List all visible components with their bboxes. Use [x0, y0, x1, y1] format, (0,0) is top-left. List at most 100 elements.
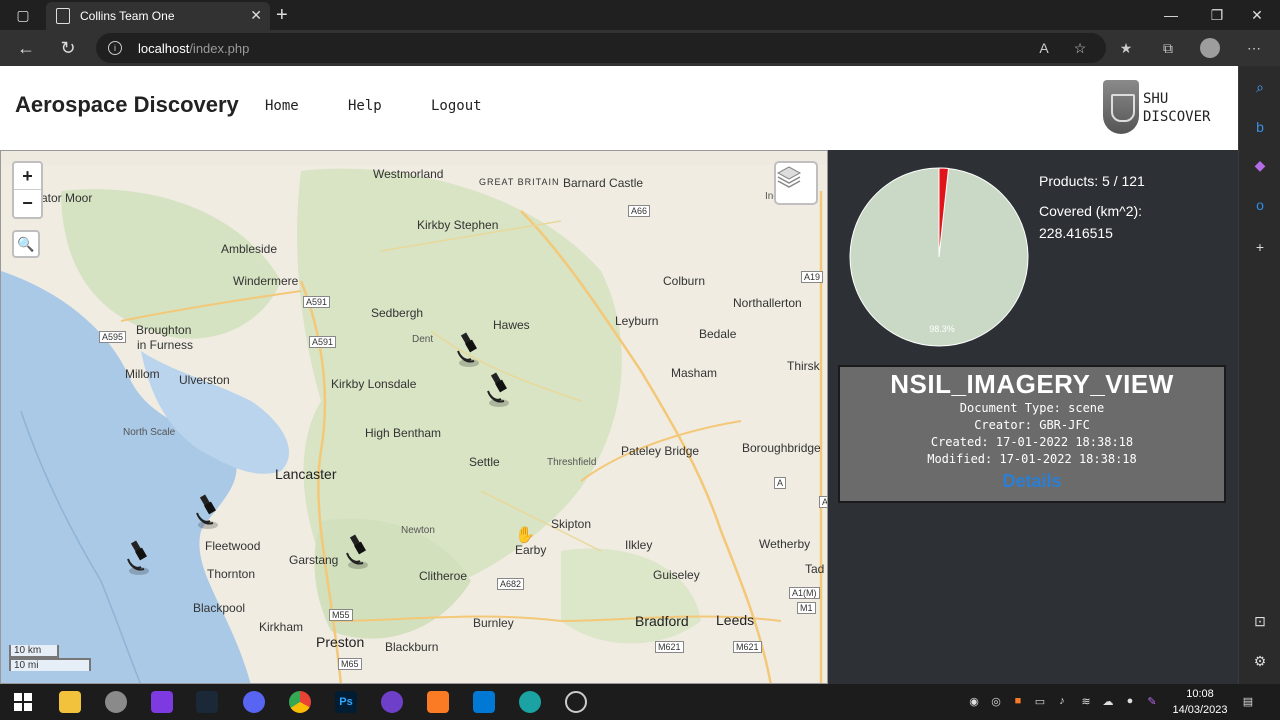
favorites-icon[interactable]: ★	[1116, 38, 1136, 58]
card-created: Created: 17-01-2022 18:38:18	[930, 435, 1134, 449]
product-card: NSIL_IMAGERY_VIEW Document Type: scene C…	[838, 365, 1226, 503]
map-place: Barnard Castle	[563, 176, 644, 190]
unity-tray-icon[interactable]: ◎	[988, 693, 1004, 709]
close-tab-icon[interactable]: ✕	[250, 7, 262, 24]
settings-gear-icon[interactable]: ⚙	[1249, 650, 1271, 672]
map-place: Bedale	[699, 327, 737, 341]
windows-taskbar: Ps ◉ ◎ ■ ▭ ♪ ≋ ☁ ● ✎ 10:08 14/03/2023 ▤	[0, 684, 1280, 720]
refresh-icon[interactable]: ↻	[56, 36, 80, 60]
shopping-icon[interactable]: ◆	[1249, 154, 1271, 176]
map-place: Threshfield	[547, 457, 597, 468]
map-place: Thirsk	[787, 359, 820, 373]
cloud-icon[interactable]: ☁	[1100, 693, 1116, 709]
system-clock[interactable]: 10:08 14/03/2023	[1170, 686, 1230, 718]
layers-icon[interactable]	[774, 161, 818, 205]
zoom-out-button[interactable]: −	[14, 190, 41, 217]
map-search-icon[interactable]: 🔍	[12, 230, 40, 258]
map-place: Ulverston	[179, 373, 230, 387]
url-path: /index.php	[189, 40, 250, 56]
satellite-marker-icon[interactable]	[455, 329, 483, 369]
nav-help[interactable]: Help	[348, 98, 382, 114]
map-place: Blackpool	[193, 601, 246, 615]
satellite-marker-icon[interactable]	[125, 537, 153, 577]
steam-icon[interactable]	[196, 691, 218, 713]
satellite-marker-icon[interactable]	[344, 531, 372, 571]
products-count: Products: 5 / 121	[1039, 173, 1145, 189]
map-place: Garstang	[289, 553, 339, 567]
map-place: Leeds	[716, 612, 755, 628]
clock-date: 14/03/2023	[1172, 704, 1228, 716]
battery-icon[interactable]: ▭	[1032, 693, 1048, 709]
new-tab-icon[interactable]: +	[276, 4, 288, 27]
map-view[interactable]: Westmorland GREAT BRITAIN Barnard Castle…	[0, 150, 828, 684]
map-place: Millom	[125, 367, 160, 381]
chrome-tray-icon[interactable]: ●	[1122, 693, 1138, 709]
search-icon[interactable]: ⌕	[1249, 76, 1271, 98]
coverage-pie-chart: 98.3%	[849, 167, 1029, 347]
volume-icon[interactable]: ♪	[1054, 693, 1070, 709]
more-menu-icon[interactable]: ⋯	[1244, 38, 1264, 58]
start-icon[interactable]	[12, 691, 34, 713]
xampp-icon[interactable]	[427, 691, 449, 713]
split-screen-icon[interactable]: ⊡	[1249, 610, 1271, 632]
database-icon[interactable]	[105, 691, 127, 713]
map-place: Fleetwood	[205, 539, 261, 553]
map-place: Earby	[515, 543, 547, 557]
bing-icon[interactable]: b	[1249, 116, 1271, 138]
satellite-marker-icon[interactable]	[194, 491, 222, 531]
nav-logout[interactable]: Logout	[431, 98, 482, 114]
site-brand[interactable]: Aerospace Discovery	[15, 92, 239, 118]
xampp-tray-icon[interactable]: ■	[1010, 693, 1026, 709]
details-link[interactable]: Details	[840, 471, 1224, 492]
road-label: M621	[655, 641, 684, 653]
discord-icon[interactable]	[243, 691, 265, 713]
hand-cursor-icon: ✋	[515, 527, 535, 544]
browser-tab[interactable]: Collins Team One ✕	[46, 2, 270, 30]
map-place: Dent	[412, 334, 434, 345]
window-close-icon[interactable]: ✕	[1234, 0, 1280, 30]
map-place: ator Moor	[41, 191, 93, 205]
edge-icon[interactable]	[519, 691, 541, 713]
info-icon[interactable]: i	[108, 41, 122, 55]
map-place: Blackburn	[385, 640, 439, 654]
edge-sidebar: ⌕ b ◆ o + ⊡ ⚙	[1238, 66, 1280, 684]
road-label: A682	[497, 578, 525, 590]
map-place: Kirkby Lonsdale	[331, 377, 417, 391]
map-place: Boroughbridge	[742, 441, 821, 455]
map-place: Broughton	[136, 323, 192, 337]
discord-tray-icon[interactable]: ◉	[966, 693, 982, 709]
file-explorer-icon[interactable]	[59, 691, 81, 713]
url-field[interactable]: i localhost/index.php	[96, 33, 1106, 63]
collections-icon[interactable]: ⧉	[1158, 38, 1178, 58]
tab-title: Collins Team One	[80, 9, 175, 23]
github-icon[interactable]	[381, 691, 403, 713]
visual-studio-icon[interactable]	[151, 691, 173, 713]
tab-actions-icon[interactable]: ▢	[0, 0, 46, 30]
crest-icon	[1103, 80, 1139, 134]
vscode-icon[interactable]	[473, 691, 495, 713]
card-creator: Creator: GBR-JFC	[974, 418, 1090, 432]
road-label: A	[774, 477, 787, 489]
unity-icon[interactable]	[565, 691, 587, 713]
profile-avatar[interactable]	[1200, 38, 1220, 58]
outlook-icon[interactable]: o	[1249, 194, 1271, 216]
map-place: Thornton	[207, 567, 256, 581]
minimize-icon[interactable]: —	[1148, 0, 1194, 30]
notifications-icon[interactable]: ▤	[1240, 693, 1256, 709]
pen-icon[interactable]: ✎	[1144, 693, 1160, 709]
read-aloud-icon[interactable]: A	[1034, 38, 1054, 58]
road-label: A591	[309, 336, 337, 348]
nav-home[interactable]: Home	[265, 98, 299, 114]
pie-label: 98.3%	[929, 324, 955, 334]
photoshop-icon[interactable]: Ps	[335, 691, 357, 713]
chrome-icon[interactable]	[289, 691, 311, 713]
add-sidebar-icon[interactable]: +	[1249, 236, 1271, 258]
map-place: Clitheroe	[419, 569, 468, 583]
zoom-in-button[interactable]: +	[14, 163, 41, 190]
back-icon[interactable]: ←	[14, 36, 38, 60]
favorite-add-icon[interactable]: ☆	[1070, 38, 1090, 58]
network-icon[interactable]: ≋	[1078, 693, 1094, 709]
satellite-marker-icon[interactable]	[485, 369, 513, 409]
map-place: Hawes	[493, 318, 530, 332]
map-place: Westmorland	[373, 167, 444, 181]
